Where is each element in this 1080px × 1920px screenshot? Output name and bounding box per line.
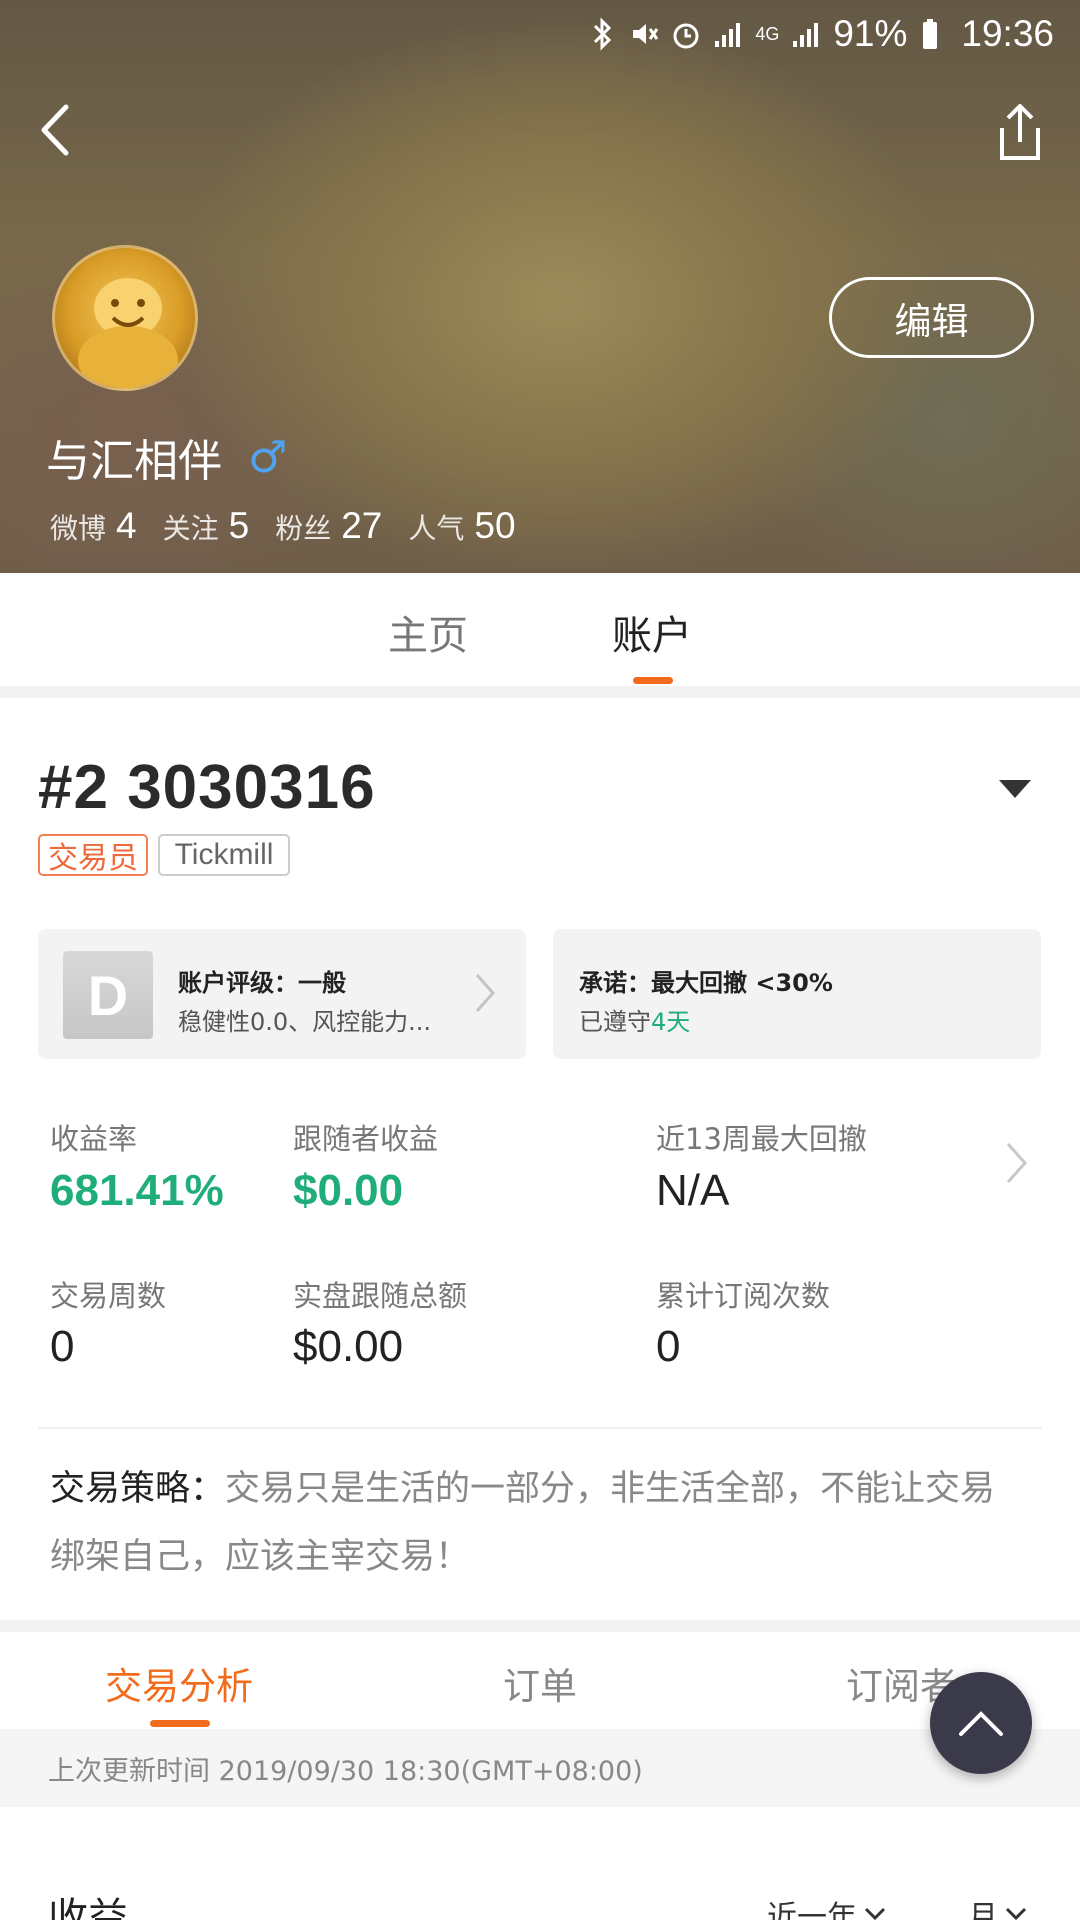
metric-value-subscriptions: 0 — [656, 1322, 681, 1371]
signal-icon — [715, 23, 741, 47]
metric-label-subscriptions: 累计订阅次数 — [656, 1279, 831, 1313]
metric-value-return: 681.41% — [50, 1166, 224, 1215]
metric-value-max-drawdown: N/A — [656, 1166, 730, 1215]
promise-card: 承诺：最大回撤 <30% 已遵守4天 — [553, 929, 1041, 1059]
rating-subtitle: 稳健性0.0、风控能力... — [178, 1008, 432, 1036]
unit-value: 月 — [968, 1900, 998, 1920]
scroll-to-top-button[interactable] — [930, 1672, 1032, 1774]
stat-value: 4 — [116, 505, 137, 546]
income-title: 收益 — [48, 1895, 128, 1920]
section-divider — [0, 686, 1080, 698]
battery-percent: 91% — [833, 13, 908, 54]
chevron-up-icon — [959, 1711, 1003, 1736]
promise-subtitle-prefix: 已遵守 — [579, 1008, 651, 1036]
tab-orders[interactable]: 订单 — [503, 1656, 577, 1710]
divider — [38, 1427, 1042, 1429]
edit-button[interactable]: 编辑 — [829, 277, 1034, 358]
last-update-time: 上次更新时间 2019/09/30 18:30(GMT+08:00) — [48, 1756, 643, 1787]
promise-title: 承诺：最大回撤 <30% — [579, 969, 833, 997]
chevron-down-icon — [1005, 1907, 1027, 1920]
tab-trade-analysis[interactable]: 交易分析 — [105, 1656, 253, 1710]
signal-icon-2 — [793, 23, 819, 47]
stat-label: 关注 — [162, 512, 219, 545]
rating-title: 账户评级：一般 — [178, 969, 346, 997]
metric-value-trade-weeks: 0 — [50, 1322, 75, 1371]
strategy-label: 交易策略： — [50, 1469, 226, 1509]
tab-indicator — [633, 677, 673, 684]
avatar-image — [78, 278, 178, 388]
metric-label-trade-weeks: 交易周数 — [50, 1279, 167, 1313]
chevron-down-icon — [864, 1907, 886, 1920]
metric-label-return: 收益率 — [50, 1122, 138, 1156]
broker-tag: Tickmill — [158, 834, 290, 876]
role-tag: 交易员 — [38, 834, 148, 876]
period-value: 近一年 — [767, 1900, 857, 1920]
avatar[interactable] — [52, 245, 198, 391]
section-divider — [0, 1620, 1080, 1632]
chevron-right-icon — [475, 974, 496, 1012]
stat-label: 人气 — [408, 512, 465, 545]
metric-value-follower-income: $0.00 — [293, 1166, 404, 1215]
alarm-icon — [673, 23, 699, 49]
network-type: 4G — [755, 23, 780, 44]
trading-strategy: 交易策略：交易只是生活的一部分，非生活全部，不能让交易绑架自己，应该主宰交易！ — [50, 1455, 1020, 1591]
tab-home[interactable]: 主页 — [388, 603, 468, 661]
promise-days: 4天 — [651, 1008, 691, 1036]
grade-badge: D — [63, 951, 153, 1039]
tab-account[interactable]: 账户 — [612, 603, 692, 661]
stat-label: 粉丝 — [275, 512, 332, 545]
profile-stats: 微博 4 关注 5 粉丝 27 人气 50 — [50, 505, 516, 547]
stat-value: 27 — [341, 505, 383, 546]
tab-indicator — [150, 1720, 210, 1727]
account-dropdown-icon[interactable] — [999, 780, 1031, 798]
stat-following[interactable]: 关注 5 — [163, 505, 250, 547]
stat-weibo[interactable]: 微博 4 — [50, 505, 137, 547]
unit-select[interactable]: 月 — [968, 1892, 1028, 1920]
male-icon: ♂ — [248, 431, 288, 483]
metric-label-max-drawdown: 近13周最大回撤 — [656, 1122, 867, 1156]
clock-time: 19:36 — [961, 13, 1054, 54]
user-name-row: 与汇相伴 ♂ — [46, 425, 287, 489]
period-select[interactable]: 近一年 — [767, 1892, 887, 1920]
user-name: 与汇相伴 — [46, 436, 222, 487]
stat-value: 5 — [228, 505, 250, 546]
mute-icon — [633, 24, 659, 44]
stat-popularity: 人气 50 — [408, 505, 515, 547]
metric-label-follower-income: 跟随者收益 — [293, 1122, 439, 1156]
status-bar: 4G 91% 19:36 — [587, 10, 1054, 58]
stat-label: 微博 — [50, 512, 107, 545]
stat-fans[interactable]: 粉丝 27 — [275, 505, 382, 547]
profile-tabs: 主页 账户 — [0, 573, 1080, 683]
stat-value: 50 — [474, 505, 516, 546]
share-icon[interactable] — [990, 98, 1050, 168]
bluetooth-icon — [594, 17, 612, 51]
chevron-right-icon[interactable] — [1003, 1140, 1031, 1186]
promise-subtitle: 已遵守4天 — [579, 1002, 690, 1037]
metric-value-follow-total: $0.00 — [293, 1322, 404, 1371]
profile-header: 4G 91% 19:36 编辑 与汇相伴 ♂ 微博 4 关注 5 粉丝 27 人… — [0, 0, 1080, 573]
back-icon[interactable] — [30, 95, 80, 165]
account-number: #2 3030316 — [38, 753, 376, 822]
rating-card[interactable]: D 账户评级：一般 稳健性0.0、风控能力... — [38, 929, 526, 1059]
battery-icon — [923, 19, 938, 49]
metric-label-follow-total: 实盘跟随总额 — [293, 1279, 468, 1313]
